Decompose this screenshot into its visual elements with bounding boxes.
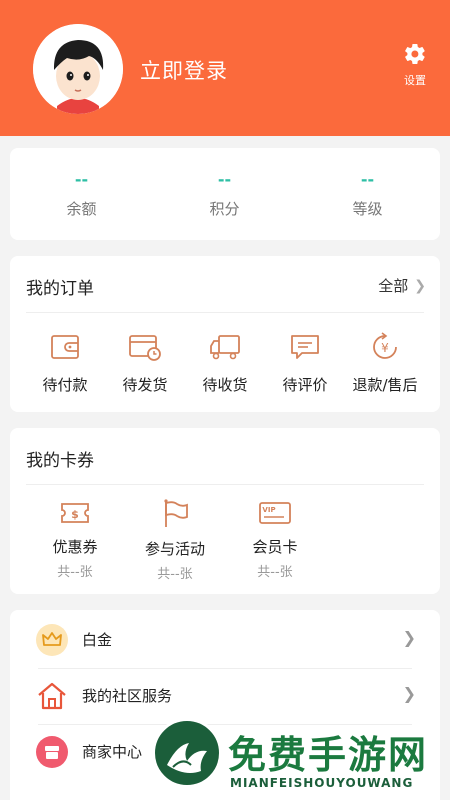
- coupon-label: 参与活动: [144, 540, 205, 558]
- login-link[interactable]: 立即登录: [140, 55, 228, 85]
- my-coupons-card: 我的卡券 $ 优惠券 共--张 参与活动 共--张 VIP 会员卡 共--张: [10, 428, 440, 594]
- view-all-label: 全部: [378, 277, 409, 295]
- settings-button[interactable]: 设置: [394, 42, 436, 88]
- order-label: 待收货: [202, 376, 248, 394]
- card-clock-icon: [129, 335, 161, 361]
- order-pending-payment[interactable]: 待付款: [22, 332, 108, 395]
- coupon-label: 优惠券: [52, 538, 98, 556]
- wave-logo-icon: [167, 743, 207, 773]
- cartoon-avatar-icon: [33, 24, 123, 114]
- svg-text:¥: ¥: [381, 341, 389, 355]
- menu-item-label: 商家中心: [82, 743, 143, 761]
- svg-text:VIP: VIP: [262, 506, 275, 514]
- order-pending-shipment[interactable]: 待发货: [102, 332, 188, 395]
- store-icon: [36, 736, 68, 768]
- avatar[interactable]: [33, 24, 123, 114]
- watermark-logo-icon: [152, 718, 222, 788]
- vip-card-icon: VIP: [259, 502, 291, 524]
- svg-text:$: $: [71, 508, 79, 521]
- account-stats-card: -- 余额 -- 积分 -- 等级: [10, 148, 440, 240]
- coupon-item-coupons[interactable]: $ 优惠券 共--张: [20, 498, 130, 580]
- order-pending-receipt[interactable]: 待收货: [182, 332, 268, 395]
- stat-value: --: [74, 170, 89, 189]
- view-all-orders-link[interactable]: 全部 ❯: [378, 275, 426, 296]
- stat-balance[interactable]: -- 余额: [10, 170, 153, 219]
- section-title: 我的卡券: [26, 451, 94, 471]
- house-icon: [38, 682, 66, 710]
- stat-label: 积分: [209, 200, 240, 218]
- profile-header: 立即登录 设置: [0, 0, 450, 136]
- order-label: 待发货: [122, 376, 168, 394]
- coupon-label: 会员卡: [252, 538, 298, 556]
- order-refund-aftersale[interactable]: ¥ 退款/售后: [342, 332, 428, 395]
- gear-icon: [405, 43, 425, 65]
- stat-value: --: [217, 170, 232, 189]
- watermark-title: 免费手游网: [228, 733, 429, 777]
- coupon-item-activities[interactable]: 参与活动 共--张: [120, 498, 230, 582]
- chevron-right-icon: ❯: [402, 684, 416, 703]
- coupon-count: 共--张: [57, 565, 93, 580]
- stat-label: 余额: [66, 200, 97, 218]
- crown-icon: [36, 624, 68, 656]
- order-label: 退款/售后: [352, 376, 418, 394]
- order-label: 待评价: [282, 376, 328, 394]
- chevron-right-icon: ❯: [414, 277, 426, 294]
- order-label: 待付款: [42, 376, 88, 394]
- my-orders-card: 我的订单 全部 ❯ 待付款 待发货 待收货 待评价 ¥ 退款/售后: [10, 256, 440, 412]
- coupon-count: 共--张: [257, 565, 293, 580]
- comment-icon: [291, 335, 319, 359]
- coupon-count: 共--张: [157, 567, 193, 582]
- menu-item-label: 白金: [82, 631, 113, 649]
- section-title: 我的订单: [26, 279, 94, 299]
- flag-icon: [164, 499, 188, 527]
- settings-label: 设置: [404, 74, 426, 87]
- stat-label: 等级: [352, 200, 383, 218]
- watermark-subtitle: MIANFEISHOUYOUWANG: [230, 776, 414, 790]
- stat-level[interactable]: -- 等级: [296, 170, 439, 219]
- order-pending-review[interactable]: 待评价: [262, 332, 348, 395]
- menu-item-label: 我的社区服务: [82, 687, 173, 705]
- menu-item-platinum[interactable]: 白金 ❯: [10, 612, 440, 668]
- chevron-right-icon: ❯: [402, 628, 416, 647]
- wallet-icon: [51, 335, 79, 359]
- truck-icon: [210, 335, 240, 360]
- stat-points[interactable]: -- 积分: [153, 170, 296, 219]
- coupon-icon: $: [61, 503, 89, 523]
- divider: [26, 312, 424, 313]
- divider: [26, 484, 424, 485]
- coupon-item-membership-card[interactable]: VIP 会员卡 共--张: [220, 498, 330, 580]
- site-watermark: 免费手游网 MIANFEISHOUYOUWANG: [152, 710, 450, 800]
- refund-icon: ¥: [373, 332, 397, 359]
- stat-value: --: [360, 170, 375, 189]
